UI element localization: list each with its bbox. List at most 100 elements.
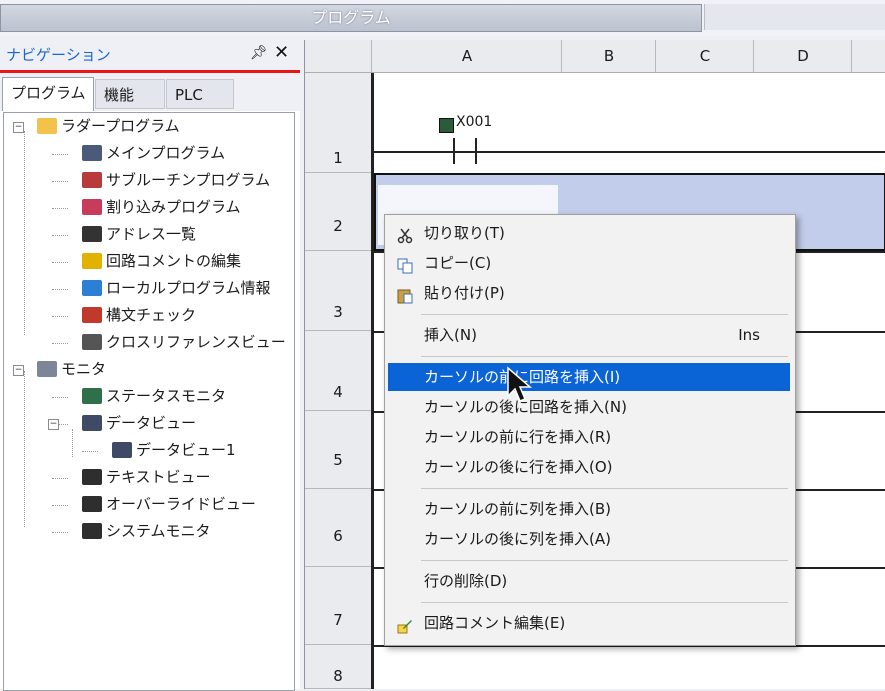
pin-icon[interactable]: 📌︎ xyxy=(250,45,268,61)
row-header-6[interactable]: 6 xyxy=(305,489,371,567)
data-view-icon xyxy=(82,415,102,431)
rung-line xyxy=(374,151,885,153)
edit-comment-icon xyxy=(397,615,413,634)
tree-item[interactable]: システムモニタ xyxy=(82,520,211,542)
contact-device-icon xyxy=(439,118,454,133)
monitor-icon xyxy=(37,361,57,377)
tree-item[interactable]: アドレス一覧 xyxy=(82,223,196,245)
row-header-1[interactable]: 1 xyxy=(305,73,371,173)
menu-item[interactable]: カーソルの後に列を挿入(A) xyxy=(388,525,790,553)
tree-item[interactable]: クロスリファレンスビュー xyxy=(82,331,286,353)
row-header-7[interactable]: 7 xyxy=(305,567,371,645)
menu-item[interactable]: 挿入(N) Ins xyxy=(388,321,790,349)
row-header-4[interactable]: 4 xyxy=(305,331,371,411)
column-header-d[interactable]: D xyxy=(753,40,852,72)
tree-connector xyxy=(52,262,68,263)
menu-separator xyxy=(421,602,788,603)
navigation-header: ナビゲーション 📌︎ ✕ xyxy=(0,40,300,73)
tree-item-label: サブルーチンプログラム xyxy=(106,171,271,189)
menu-item[interactable]: 回路コメント編集(E) xyxy=(388,609,790,637)
tree-item[interactable]: データビュー xyxy=(82,412,196,434)
tree-connector xyxy=(52,235,68,236)
row-header-8[interactable]: 8 xyxy=(305,645,371,689)
tree-item[interactable]: ローカルプログラム情報 xyxy=(82,277,271,299)
tree-connector xyxy=(52,289,68,290)
tree-connector xyxy=(52,181,68,182)
tree-item-label: ラダープログラム xyxy=(61,117,180,135)
tree-item[interactable]: テキストビュー xyxy=(82,466,211,488)
tree-item-label: ステータスモニタ xyxy=(106,387,227,405)
column-header-a[interactable]: A xyxy=(371,40,562,72)
tree-item-label: テキストビュー xyxy=(106,468,211,486)
menu-item[interactable]: コピー(C) xyxy=(388,249,790,277)
column-header-extra xyxy=(851,40,885,72)
tree-item-label: クロスリファレンスビュー xyxy=(106,333,286,351)
tree-item[interactable]: ステータスモニタ xyxy=(82,385,226,407)
tree-connector xyxy=(52,478,68,479)
column-header-b[interactable]: B xyxy=(561,40,656,72)
close-icon[interactable]: ✕ xyxy=(274,42,289,63)
menu-item[interactable]: カーソルの前に列を挿入(B) xyxy=(388,495,790,523)
tree-item[interactable]: 割り込みプログラム xyxy=(82,196,241,218)
tree-connector xyxy=(52,208,68,209)
tab-function[interactable]: 機能 xyxy=(95,79,165,109)
contact-label: X001 xyxy=(456,114,493,130)
menu-item-label: 切り取り(T) xyxy=(424,224,505,242)
tree-item[interactable]: オーバーライドビュー xyxy=(82,493,256,515)
row-number: 3 xyxy=(333,303,343,321)
tab-plc[interactable]: PLC xyxy=(166,79,234,109)
tree-item-label: 構文チェック xyxy=(106,306,197,324)
menu-item-label: カーソルの後に列を挿入(A) xyxy=(424,530,611,548)
tree-item-label: データビュー1 xyxy=(136,441,236,459)
tree-item-label: ローカルプログラム情報 xyxy=(106,279,271,297)
tree-connector xyxy=(52,397,68,398)
tree-item[interactable]: 回路コメントの編集 xyxy=(82,250,241,272)
tree-expander-icon[interactable]: − xyxy=(48,419,59,430)
subroutine-icon xyxy=(82,172,102,188)
tree-item[interactable]: メインプログラム xyxy=(82,142,225,164)
row-header-3[interactable]: 3 xyxy=(305,251,371,331)
navigation-tabs: プログラム 機能 PLC xyxy=(0,73,300,111)
menu-item-label: 挿入(N) xyxy=(424,326,477,344)
column-header: ABCD xyxy=(305,40,885,73)
data-view-icon xyxy=(112,442,132,458)
tree-item[interactable]: データビュー1 xyxy=(112,439,236,461)
text-view-icon xyxy=(82,469,102,485)
status-monitor-icon xyxy=(82,388,102,404)
folder-open-icon xyxy=(37,118,57,134)
row-number: 1 xyxy=(333,149,343,167)
left-power-rail xyxy=(371,73,374,689)
mouse-cursor-icon xyxy=(507,366,533,402)
tree-item[interactable]: サブルーチンプログラム xyxy=(82,169,270,191)
tree-connector xyxy=(52,505,68,506)
menu-item[interactable]: 切り取り(T) xyxy=(388,219,790,247)
tree-item-label: 割り込みプログラム xyxy=(106,198,241,216)
syntax-check-icon xyxy=(82,307,102,323)
column-header-c[interactable]: C xyxy=(655,40,754,72)
tab-program[interactable]: プログラム xyxy=(2,77,94,111)
row-number: 8 xyxy=(333,667,343,685)
menu-item[interactable]: カーソルの前に回路を挿入(I) xyxy=(388,363,790,391)
tree-guide xyxy=(72,429,73,457)
row-header-5[interactable]: 5 xyxy=(305,411,371,489)
menu-item[interactable]: カーソルの前に行を挿入(R) xyxy=(388,423,790,451)
menu-item[interactable]: カーソルの後に回路を挿入(N) xyxy=(388,393,790,421)
edit-comment-icon xyxy=(82,253,102,269)
menu-item[interactable]: 行の削除(D) xyxy=(388,567,790,595)
tree-guide xyxy=(24,371,25,527)
tree-item[interactable]: ラダープログラム xyxy=(37,115,180,137)
tree-item[interactable]: モニタ xyxy=(37,358,106,380)
menu-item-shortcut: Ins xyxy=(738,326,760,344)
tree-connector xyxy=(52,532,68,533)
menu-item[interactable]: 貼り付け(P) xyxy=(388,279,790,307)
menu-item[interactable]: カーソルの後に行を挿入(O) xyxy=(388,453,790,481)
row-header: 1 2 3 4 5 6 7 8 xyxy=(305,73,372,689)
tree-expander-icon[interactable]: − xyxy=(13,122,24,133)
tree-expander-icon[interactable]: − xyxy=(13,365,24,376)
tree-item-label: モニタ xyxy=(61,360,107,378)
tree-item[interactable]: 構文チェック xyxy=(82,304,196,326)
row-header-2[interactable]: 2 xyxy=(305,173,371,251)
tree-item-label: アドレス一覧 xyxy=(106,225,197,243)
cut-icon xyxy=(397,225,413,244)
menu-item-label: カーソルの前に列を挿入(B) xyxy=(424,500,611,518)
